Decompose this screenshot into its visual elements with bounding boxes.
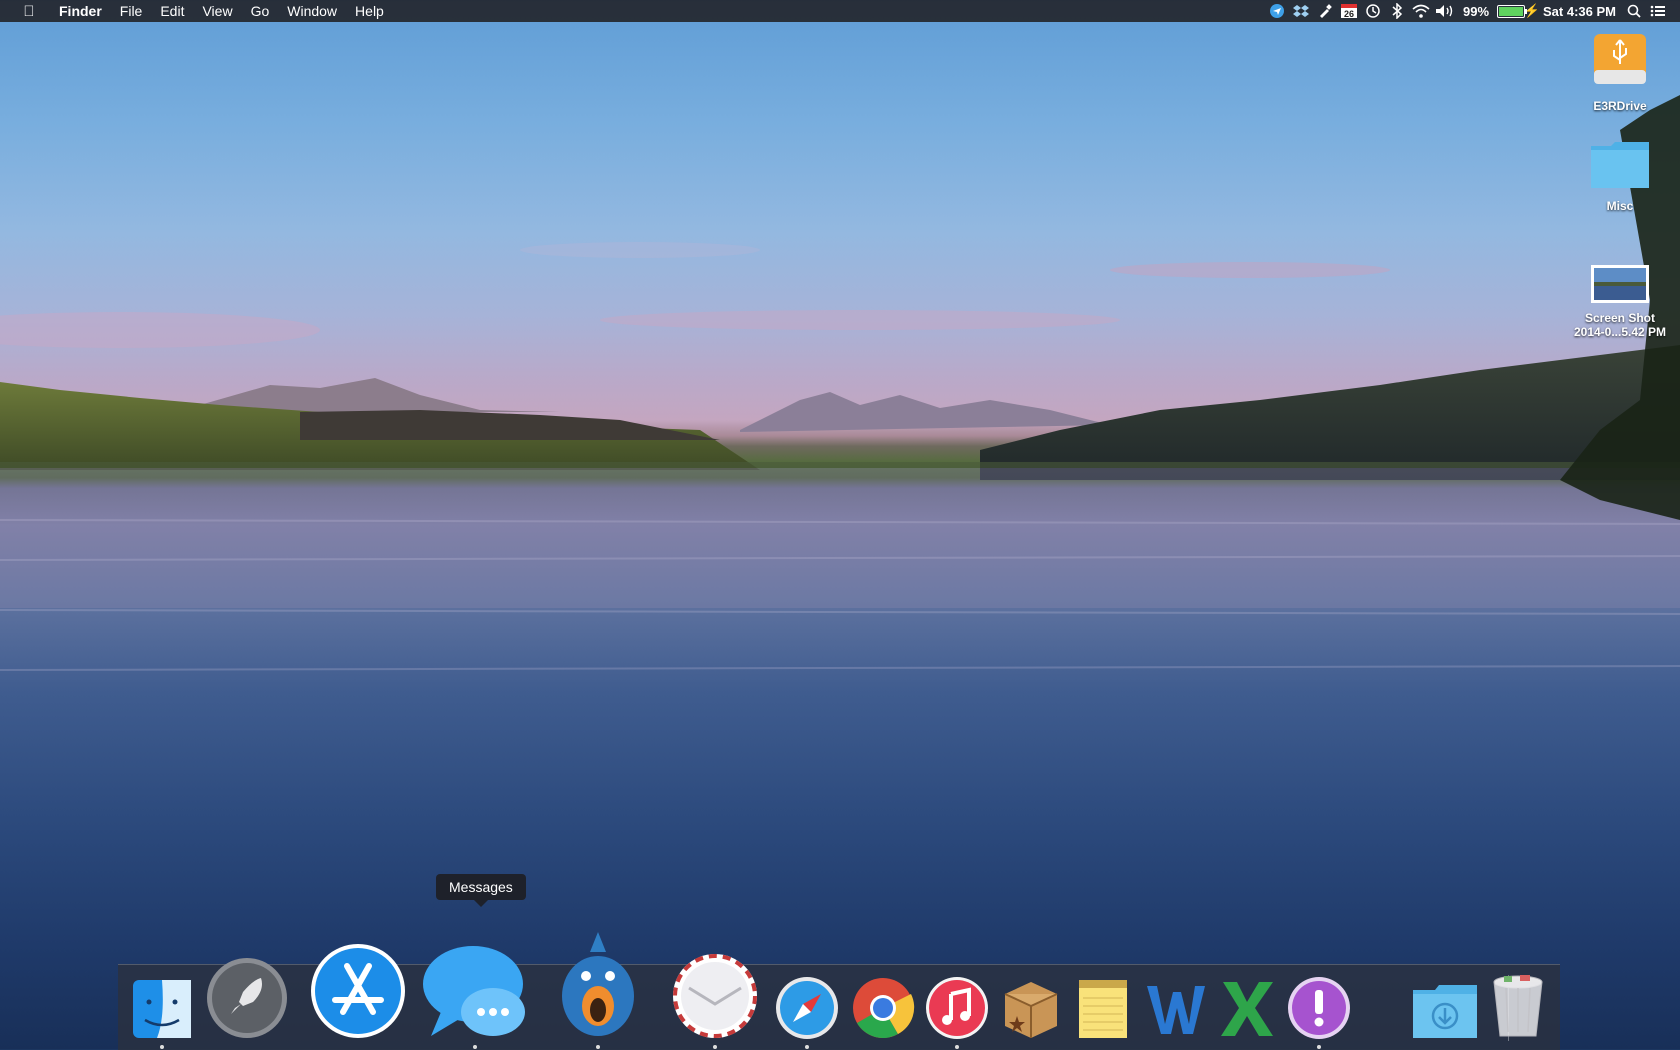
dropbox-icon[interactable] xyxy=(1289,0,1313,22)
itunes-music-icon xyxy=(926,977,988,1039)
desktop-item-screenshot[interactable]: Screen Shot 2014-0...5.42 PM xyxy=(1560,264,1680,339)
dock-item-notes[interactable] xyxy=(1070,975,1136,1041)
messages-icon xyxy=(423,946,525,1036)
menu-view[interactable]: View xyxy=(193,3,241,19)
notes-icon xyxy=(1079,980,1127,1038)
running-indicator xyxy=(955,1045,959,1049)
charging-icon: ⚡ xyxy=(1523,3,1541,18)
running-indicator xyxy=(160,1045,164,1049)
excel-icon xyxy=(1221,982,1273,1036)
running-indicator xyxy=(473,1045,477,1049)
dock xyxy=(118,932,1560,1050)
dock-item-app-store[interactable] xyxy=(308,941,408,1041)
clock[interactable]: Sat 4:36 PM xyxy=(1537,4,1622,19)
dock-tooltip: Messages xyxy=(436,874,526,907)
desktop-item-e3rdrive[interactable]: E3RDrive xyxy=(1560,30,1680,113)
apple-icon[interactable]:  xyxy=(18,3,40,20)
menu-bar:  Finder File Edit View Go Window Help 2… xyxy=(0,0,1680,22)
svg-text:26: 26 xyxy=(1344,9,1354,19)
dock-item-messages[interactable] xyxy=(420,941,530,1049)
desktop-item-label: Misc xyxy=(1606,199,1634,213)
tweetbot-bird-icon xyxy=(562,932,634,1036)
chrome-icon xyxy=(853,978,915,1039)
downloads-folder-icon xyxy=(1413,985,1477,1038)
volume-icon[interactable] xyxy=(1433,0,1457,22)
dock-item-feedback[interactable] xyxy=(1286,975,1352,1049)
desktop-item-misc[interactable]: Misc xyxy=(1560,138,1680,213)
desktop-item-label-line1: Screen Shot xyxy=(1584,311,1656,325)
spotlight-search-icon[interactable] xyxy=(1622,0,1646,22)
dock-item-airmail[interactable] xyxy=(670,951,760,1049)
finder-icon xyxy=(133,980,191,1038)
eyedropper-icon[interactable] xyxy=(1313,0,1337,22)
screenshot-file-icon xyxy=(1591,265,1649,303)
external-drive-icon xyxy=(1594,34,1646,84)
battery-percent[interactable]: 99% xyxy=(1457,4,1495,19)
dock-item-safari[interactable] xyxy=(774,975,840,1049)
airmail-status-icon[interactable] xyxy=(1265,0,1289,22)
menu-app-name[interactable]: Finder xyxy=(50,3,111,19)
menu-edit[interactable]: Edit xyxy=(151,3,193,19)
battery-icon[interactable] xyxy=(1497,4,1528,18)
menu-help[interactable]: Help xyxy=(346,3,393,19)
dock-item-word[interactable] xyxy=(1142,975,1208,1041)
calendar-icon[interactable]: 26 xyxy=(1337,0,1361,22)
dock-item-itunes[interactable] xyxy=(924,975,990,1049)
safari-compass-icon xyxy=(776,977,838,1039)
package-box-icon xyxy=(1004,982,1058,1038)
running-indicator xyxy=(805,1045,809,1049)
menu-go[interactable]: Go xyxy=(242,3,279,19)
word-icon xyxy=(1147,986,1205,1034)
dock-item-trash[interactable] xyxy=(1488,971,1548,1041)
menu-file[interactable]: File xyxy=(111,3,152,19)
notification-center-icon[interactable] xyxy=(1646,0,1670,22)
app-store-icon xyxy=(311,944,405,1038)
desktop-item-label-line2: 2014-0...5.42 PM xyxy=(1573,325,1667,339)
running-indicator xyxy=(596,1045,600,1049)
wifi-icon[interactable] xyxy=(1409,0,1433,22)
trash-icon xyxy=(1493,975,1543,1037)
dock-item-excel[interactable] xyxy=(1214,975,1280,1041)
dock-item-delivery[interactable] xyxy=(998,975,1064,1041)
desktop-wallpaper xyxy=(0,0,1680,1050)
time-machine-icon[interactable] xyxy=(1361,0,1385,22)
dock-item-tweetbot[interactable] xyxy=(558,929,638,1049)
running-indicator xyxy=(713,1045,717,1049)
folder-icon xyxy=(1591,142,1649,188)
menu-window[interactable]: Window xyxy=(278,3,346,19)
dock-item-chrome[interactable] xyxy=(850,975,916,1041)
dock-item-launchpad[interactable] xyxy=(204,955,290,1041)
dock-item-downloads[interactable] xyxy=(1410,981,1480,1041)
desktop-item-label: E3RDrive xyxy=(1593,99,1647,113)
launchpad-rocket-icon xyxy=(207,958,287,1038)
airmail-envelope-icon xyxy=(673,954,757,1038)
dock-item-finder[interactable] xyxy=(130,977,194,1049)
bluetooth-icon[interactable] xyxy=(1385,0,1409,22)
feedback-exclamation-icon xyxy=(1288,977,1350,1039)
running-indicator xyxy=(1317,1045,1321,1049)
